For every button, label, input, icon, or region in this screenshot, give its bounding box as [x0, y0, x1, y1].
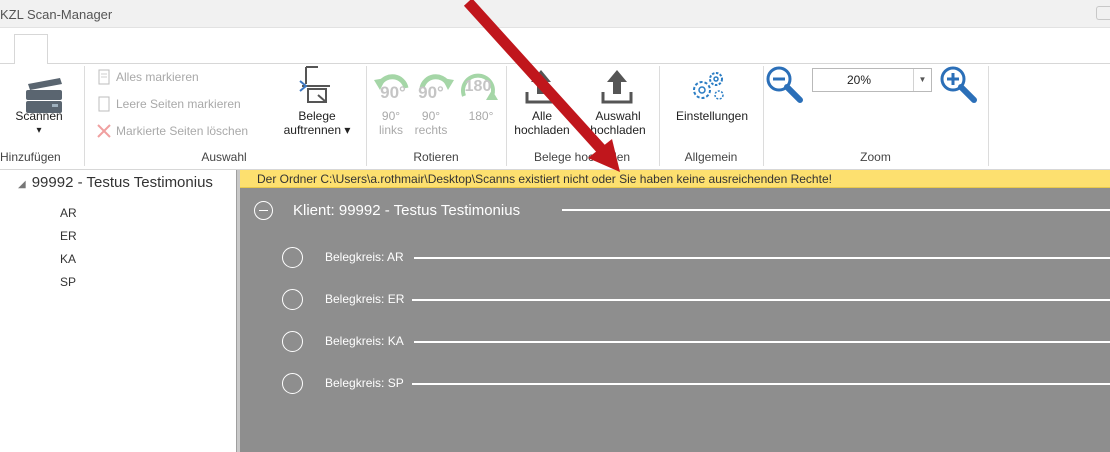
blank-page-icon: [98, 96, 110, 112]
tree-root-label: 99992 - Testus Testimonius: [31, 174, 213, 191]
circle-toggle-icon[interactable]: [282, 372, 303, 394]
belegkreis-label-er: Belegkreis: ER: [325, 292, 405, 306]
klient-divider-line: [562, 209, 1110, 211]
ribbon-tab-strip: [0, 28, 1110, 65]
group-label-hinzufuegen: Hinzufügen: [0, 150, 61, 164]
klient-header[interactable]: Klient: 99992 - Testus Testimonius: [254, 200, 520, 220]
ribbon-separator: [988, 66, 989, 166]
settings-label: Einstellungen: [675, 109, 749, 123]
rotate-right-degrees: 90°: [418, 83, 444, 102]
belegkreis-divider-line: [412, 299, 1110, 301]
rotate-180-degrees: 180: [464, 78, 492, 95]
rotate-right-label-2: rechts: [414, 123, 448, 137]
split-documents-icon: [299, 66, 330, 103]
delete-marked-pages-label: Markierte Seiten löschen: [116, 124, 249, 138]
window-title: KZL Scan-Manager: [0, 7, 113, 22]
tree-item-ka[interactable]: KA: [60, 252, 76, 266]
ribbon: Scannen ▾ Hinzufügen Alles markieren Lee…: [0, 64, 1110, 170]
upload-all-icon: [525, 70, 557, 104]
document-icon: [98, 69, 110, 85]
tree-root-node[interactable]: ◢ 99992 - Testus Testimonius: [18, 174, 236, 191]
upload-all-label-1: Alle: [531, 109, 552, 123]
delete-x-icon: [97, 124, 111, 138]
tree-item-ar[interactable]: AR: [60, 206, 77, 220]
belegkreis-label-sp: Belegkreis: SP: [325, 376, 404, 390]
upload-selection-label-1: Auswahl: [595, 109, 641, 123]
split-documents-label-1: Belege: [298, 109, 336, 123]
scan-button-label: Scannen: [15, 109, 63, 123]
upload-selection-label-2: hochladen: [590, 123, 646, 137]
rotate-left-label-2: links: [378, 123, 403, 137]
expand-triangle-icon[interactable]: ◢: [18, 179, 26, 190]
collapse-icon[interactable]: [254, 200, 273, 220]
upload-selection-icon: [601, 70, 633, 104]
select-all-button[interactable]: Alles markieren: [96, 69, 199, 85]
title-bar: KZL Scan-Manager: [0, 0, 1110, 28]
zoom-out-icon[interactable]: [764, 64, 804, 104]
client-tree: ◢ 99992 - Testus Testimonius AR ER KA SP: [0, 170, 236, 452]
group-label-zoom: Zoom: [860, 150, 891, 164]
zoom-level-select[interactable]: 20% ▼: [812, 68, 932, 92]
tree-item-er[interactable]: ER: [60, 229, 77, 243]
circle-toggle-icon[interactable]: [282, 246, 303, 268]
belegkreis-row-er[interactable]: Belegkreis: ER: [282, 288, 404, 310]
group-label-auswahl: Auswahl: [201, 150, 247, 164]
rotate-180-label: 180°: [468, 109, 494, 123]
circle-toggle-icon[interactable]: [282, 288, 303, 310]
rotate-right-label-1: 90°: [421, 109, 441, 123]
scan-content-area: Klient: 99992 - Testus Testimonius Beleg…: [240, 188, 1110, 452]
belegkreis-label-ka: Belegkreis: KA: [325, 334, 404, 348]
zoom-in-icon[interactable]: [938, 64, 978, 104]
group-label-allgemein: Allgemein: [684, 150, 738, 164]
select-all-label: Alles markieren: [116, 70, 199, 84]
mark-empty-pages-label: Leere Seiten markieren: [116, 97, 241, 111]
belegkreis-row-sp[interactable]: Belegkreis: SP: [282, 372, 404, 394]
belegkreis-divider-line: [414, 257, 1110, 259]
zoom-level-value: 20%: [847, 73, 872, 87]
ribbon-tab[interactable]: [14, 34, 48, 65]
delete-marked-pages-button[interactable]: Markierte Seiten löschen: [96, 123, 248, 139]
warning-bar: Der Ordner C:\Users\a.rothmair\Desktop\S…: [240, 170, 1110, 188]
klient-label: Klient: 99992 - Testus Testimonius: [293, 201, 521, 219]
group-label-rotieren: Rotieren: [413, 150, 459, 164]
belegkreis-label-ar: Belegkreis: AR: [325, 250, 404, 264]
belegkreis-row-ka[interactable]: Belegkreis: KA: [282, 330, 404, 352]
split-documents-label-2: auftrennen ▾: [283, 123, 351, 137]
chevron-down-icon[interactable]: ▼: [913, 69, 931, 91]
circle-toggle-icon[interactable]: [282, 330, 303, 352]
group-label-belege-hochladen: Belege hochladen: [533, 150, 631, 164]
rotate-left-degrees: 90°: [380, 83, 406, 102]
belegkreis-row-ar[interactable]: Belegkreis: AR: [282, 246, 404, 268]
window-control[interactable]: [1096, 6, 1110, 20]
rotate-left-label-1: 90°: [381, 109, 401, 123]
belegkreis-divider-line: [414, 341, 1110, 343]
belegkreis-divider-line: [412, 383, 1110, 385]
scan-dropdown-icon[interactable]: ▾: [4, 124, 74, 137]
upload-all-label-2: hochladen: [514, 123, 570, 137]
gears-icon: [693, 72, 724, 100]
tree-item-sp[interactable]: SP: [60, 275, 76, 289]
mark-empty-pages-button[interactable]: Leere Seiten markieren: [96, 96, 241, 112]
